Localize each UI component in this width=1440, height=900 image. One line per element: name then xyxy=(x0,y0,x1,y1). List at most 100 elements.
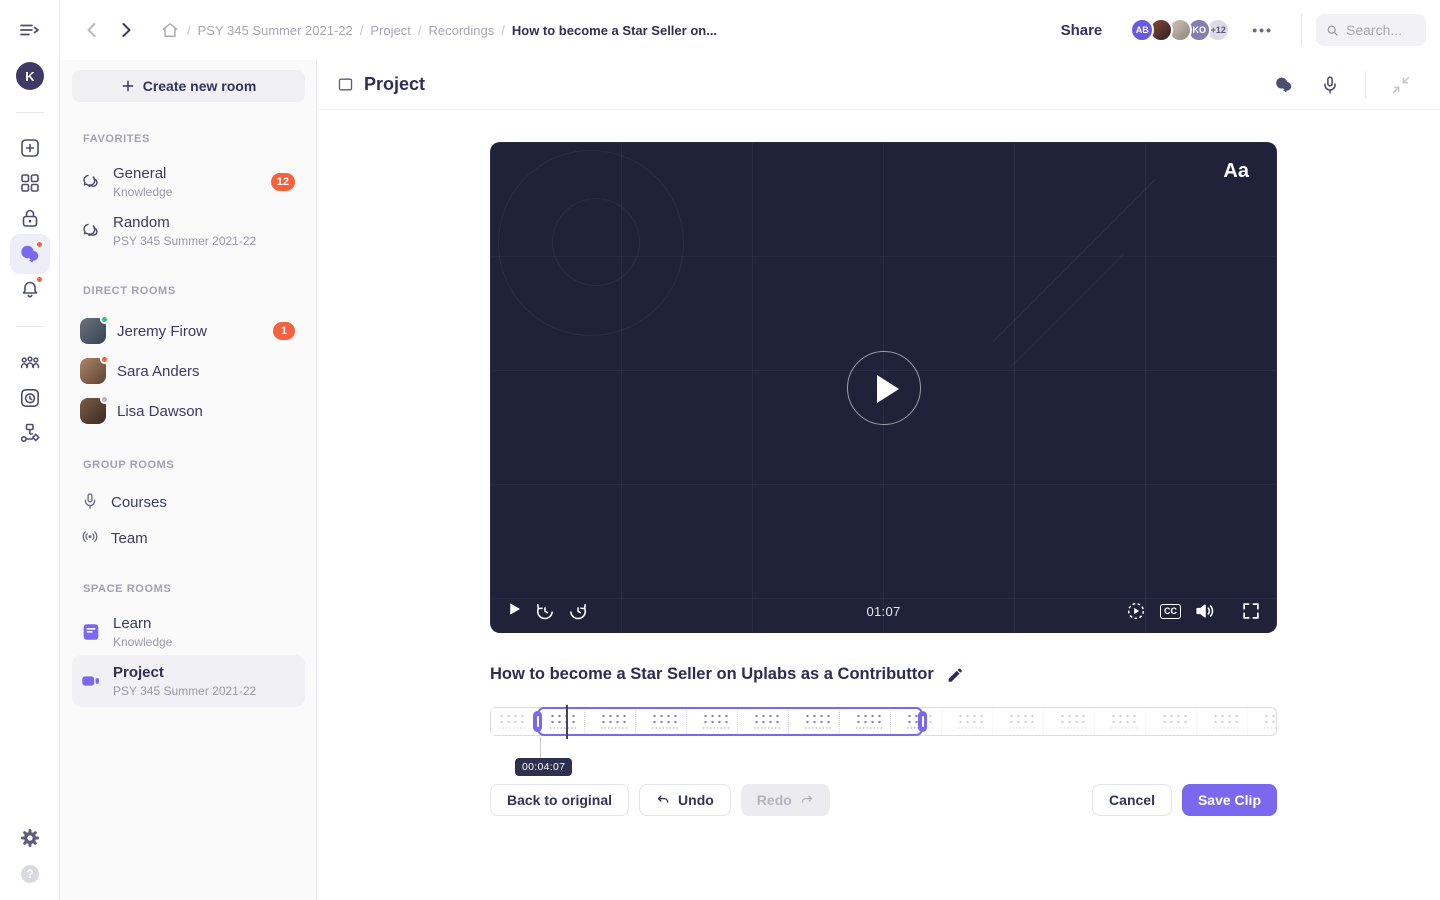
clip-title: How to become a Star Seller on Uplabs as… xyxy=(490,665,934,683)
play-button[interactable] xyxy=(505,600,523,622)
player-watermark: Aa xyxy=(1223,160,1249,182)
add-icon[interactable] xyxy=(18,136,42,160)
breadcrumb-recordings[interactable]: Recordings xyxy=(428,23,494,38)
forward-10-icon[interactable] xyxy=(567,600,589,622)
create-new-room-button[interactable]: Create new room xyxy=(72,70,305,102)
sidebar-item-random[interactable]: Random PSY 345 Summer 2021-22 xyxy=(72,209,305,253)
playhead[interactable] xyxy=(566,705,568,739)
room-mic-icon[interactable] xyxy=(1319,74,1341,96)
back-arrow-icon[interactable] xyxy=(80,18,104,42)
trim-selection[interactable] xyxy=(537,707,923,736)
breadcrumb-separator: / xyxy=(501,22,505,38)
sidebar-item-learn[interactable]: Learn Knowledge xyxy=(72,610,305,654)
forward-arrow-icon[interactable] xyxy=(114,18,138,42)
video-player[interactable]: Aa 01:07 CC xyxy=(490,142,1277,633)
people-icon[interactable] xyxy=(18,351,42,375)
chat-bubbles-icon xyxy=(80,171,102,193)
bell-notification-dot xyxy=(35,275,44,284)
breadcrumb-space[interactable]: PSY 345 Summer 2021-22 xyxy=(198,23,353,38)
share-button[interactable]: Share xyxy=(1061,22,1103,39)
presence-online-dot xyxy=(100,315,109,324)
captions-icon[interactable]: CC xyxy=(1160,603,1181,619)
tooltip-connector xyxy=(540,737,541,758)
redo-button[interactable]: Redo xyxy=(740,784,830,816)
player-controls: 01:07 CC xyxy=(490,589,1277,633)
person-name: Lisa Dawson xyxy=(117,402,203,420)
breadcrumb-current: How to become a Star Seller on... xyxy=(511,22,718,38)
sidebar-item-general[interactable]: General Knowledge 12 xyxy=(72,160,305,204)
room-subtitle: Knowledge xyxy=(113,185,173,199)
search-input[interactable] xyxy=(1346,22,1416,38)
edit-pencil-icon[interactable] xyxy=(946,666,964,684)
timeline-unselected-left xyxy=(491,708,537,735)
app-window: K ? / PSY 345 Summer 2021-22 / Project /… xyxy=(0,0,1440,900)
workflow-icon[interactable] xyxy=(18,421,42,445)
favorites-section-label: FAVORITES xyxy=(83,133,150,145)
sidebar-toggle-icon[interactable] xyxy=(18,18,42,42)
header-divider xyxy=(1365,70,1366,99)
player-deco-line xyxy=(1010,253,1124,368)
clip-actions: Back to original Undo Redo Cancel Save C… xyxy=(490,784,1277,816)
redo-label: Redo xyxy=(756,792,792,808)
save-clip-button[interactable]: Save Clip xyxy=(1181,784,1277,816)
undo-button[interactable]: Undo xyxy=(639,784,731,816)
room-title: Project xyxy=(364,74,426,94)
chat-notification-dot xyxy=(35,240,44,249)
volume-icon[interactable] xyxy=(1194,600,1216,622)
sidebar-item-sara-anders[interactable]: Sara Anders xyxy=(72,352,305,390)
room-subtitle: PSY 345 Summer 2021-22 xyxy=(113,684,257,698)
rooms-sidebar: Create new room FAVORITES General Knowle… xyxy=(60,60,317,900)
room-name: Learn xyxy=(113,615,152,632)
clip-timeline[interactable]: 00:04:07 xyxy=(490,705,1277,776)
trim-handle-right[interactable] xyxy=(918,711,927,732)
room-chat-icon[interactable] xyxy=(1273,74,1295,96)
topbar-divider xyxy=(1301,14,1302,46)
fullscreen-icon[interactable] xyxy=(1240,600,1262,622)
participant-avatars[interactable]: AB KO +12 xyxy=(1130,18,1231,42)
breadcrumb-separator: / xyxy=(359,22,364,38)
room-subtitle: Knowledge xyxy=(113,635,173,649)
back-to-original-button[interactable]: Back to original xyxy=(490,784,630,816)
sidebar-item-team[interactable]: Team xyxy=(72,522,305,554)
room-name: Courses xyxy=(111,493,167,511)
play-overlay-button[interactable] xyxy=(846,350,921,425)
sidebar-item-courses[interactable]: Courses xyxy=(72,486,305,518)
bell-icon[interactable] xyxy=(18,275,44,302)
group-rooms-section-label: GROUP ROOMS xyxy=(83,459,175,471)
more-options-icon[interactable]: ••• xyxy=(1252,22,1273,38)
breadcrumb-separator: / xyxy=(417,22,422,38)
schedule-icon[interactable] xyxy=(18,386,42,410)
search-box[interactable] xyxy=(1316,14,1426,46)
collapse-icon[interactable] xyxy=(1390,74,1412,96)
breadcrumb-project[interactable]: Project xyxy=(370,23,410,38)
clip-title-row: How to become a Star Seller on Uplabs as… xyxy=(490,665,964,684)
video-camera-icon xyxy=(80,670,102,692)
lock-icon[interactable] xyxy=(18,206,42,230)
sidebar-item-lisa-dawson[interactable]: Lisa Dawson xyxy=(72,392,305,430)
playback-speed-icon[interactable] xyxy=(1125,600,1147,622)
settings-gear-icon[interactable] xyxy=(18,826,42,850)
timestamp-tooltip: 00:04:07 xyxy=(515,758,573,776)
avatar-initials[interactable]: AB xyxy=(1130,18,1155,42)
apps-grid-icon[interactable] xyxy=(18,171,42,195)
user-avatar[interactable]: K xyxy=(16,62,44,90)
presence-away-dot xyxy=(100,395,109,404)
back-to-original-label: Back to original xyxy=(507,792,613,808)
chat-bubbles-icon xyxy=(80,220,102,242)
main-content: Project Aa 01:07 CC How to become a Star… xyxy=(317,60,1440,900)
person-name: Jeremy Firow xyxy=(117,322,208,340)
top-bar: / PSY 345 Summer 2021-22 / Project / Rec… xyxy=(60,0,1440,60)
unread-badge: 12 xyxy=(270,173,295,191)
cancel-button[interactable]: Cancel xyxy=(1092,784,1172,816)
help-icon[interactable]: ? xyxy=(18,862,42,886)
trim-handle-left[interactable] xyxy=(533,711,542,732)
sidebar-item-jeremy-firow[interactable]: Jeremy Firow 1 xyxy=(72,312,305,350)
timeline-unselected-right xyxy=(922,708,1276,735)
chat-icon[interactable] xyxy=(18,240,44,266)
microphone-icon xyxy=(80,491,100,513)
home-icon[interactable] xyxy=(160,20,180,40)
plus-icon xyxy=(122,80,134,92)
player-deco-circle xyxy=(552,198,640,286)
sidebar-item-project[interactable]: Project PSY 345 Summer 2021-22 xyxy=(72,655,305,707)
rewind-10-icon[interactable] xyxy=(534,600,556,622)
